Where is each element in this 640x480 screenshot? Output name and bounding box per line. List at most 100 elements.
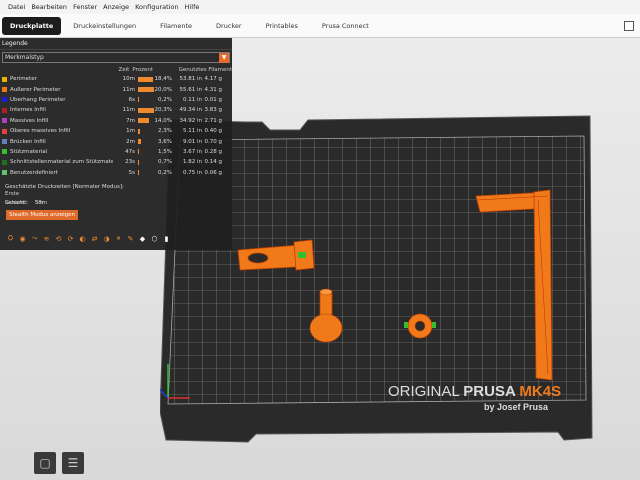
legend-row[interactable]: Stützmaterial 47s 1,5% 3.67 in 0.28 g [0, 147, 232, 157]
legend-color-swatch [2, 149, 7, 155]
legend-row[interactable]: Internes Infill 11m 20,3% 49.34 in 3.83 g [0, 105, 232, 115]
tab-bar: Druckplatte Druckeinstellungen Filamente… [0, 14, 640, 38]
legend-color-swatch [2, 76, 7, 82]
legend-row-label: Internes Infill [10, 107, 46, 114]
menu-view[interactable]: Anzeige [103, 3, 129, 11]
bed-byline: by Josef Prusa [484, 402, 549, 412]
legend-row-label: Brücken Infill [10, 138, 46, 145]
legend-row-bar [138, 139, 154, 145]
tab-filaments[interactable]: Filamente [148, 14, 204, 38]
menu-help[interactable]: Hilfe [185, 3, 200, 11]
legend-row-bar [138, 170, 154, 176]
legend-panel: Legende Merkmalstyp ▼ Zeit Prozent Genut… [0, 38, 232, 250]
legend-row-length: 55.61 in [179, 86, 202, 93]
legend-row-label: Perimeter [10, 76, 37, 83]
legend-row-bar-fill [138, 128, 140, 134]
legend-row-time: 7m [126, 117, 135, 124]
legend-row-bar-fill [138, 87, 154, 93]
legend-row-percent: 20,0% [154, 86, 172, 93]
legend-row-bar-fill [138, 76, 153, 82]
retractions-icon[interactable]: ⟲ [54, 234, 63, 243]
legend-row-label: Schnittstellenmaterial zum Stützmaterial [10, 159, 113, 166]
legend-row[interactable]: Perimeter 10m 18,4% 53.81 in 4.17 g [0, 74, 232, 84]
legend-row-percent: 1,5% [158, 148, 172, 155]
view-options-toolbar: ⛭ ◉ ⤳ ≋ ⟲ ⟳ ◐ ⇄ ◑ ⏸ ✎ ◆ ⬡ ▮ [6, 234, 171, 243]
legend-row-percent: 0,2% [158, 96, 172, 103]
mode-toggle-icon[interactable] [624, 20, 634, 31]
legend-row-length: 53.81 in [179, 76, 202, 83]
legend-row-weight: 4.17 g [204, 76, 223, 83]
color-changes-icon[interactable]: ◑ [102, 234, 111, 243]
legend-row-percent: 2,3% [158, 128, 172, 135]
menu-window[interactable]: Fenster [73, 3, 97, 11]
legend-row-weight: 0.70 g [204, 138, 223, 145]
legend-title[interactable]: Legende [0, 38, 232, 50]
legend-row-length: 9.01 in [182, 138, 202, 145]
header-time: Zeit [118, 66, 130, 73]
pause-icon[interactable]: ⏸ [114, 234, 123, 243]
sequential-icon[interactable]: ⬡ [150, 234, 159, 243]
wipe-icon[interactable]: ≋ [42, 234, 51, 243]
first-layer-time: Erste Schicht: 3m [5, 190, 44, 206]
chevron-down-icon[interactable]: ▼ [219, 52, 229, 63]
center-of-gravity-icon[interactable]: ◆ [138, 234, 147, 243]
legend-color-swatch [2, 159, 7, 165]
legend-color-swatch [2, 118, 7, 124]
legend-row-time: 2m [126, 138, 135, 145]
legend-row-time: 23s [125, 159, 135, 166]
preview-layers-icon[interactable]: ☰ [62, 452, 84, 474]
legend-row-time: 11m [122, 107, 135, 114]
legend-color-swatch [2, 107, 7, 113]
legend-row-length: 5.11 in [182, 128, 202, 135]
menu-file[interactable]: Datei [8, 3, 25, 11]
menu-bar: Datei Bearbeiten Fenster Anzeige Konfigu… [0, 0, 640, 14]
tab-print-settings[interactable]: Druckeinstellungen [61, 14, 148, 38]
legend-row-time: 1m [126, 128, 135, 135]
legend-row-bar-fill [138, 118, 150, 124]
legend-row[interactable]: Oberes massives Infill 1m 2,3% 5.11 in 0.40 … [0, 126, 232, 136]
3d-view-cube-icon[interactable]: ▢ [34, 452, 56, 474]
legend-row-length: 49.34 in [179, 107, 202, 114]
seams-icon[interactable]: ◐ [78, 234, 87, 243]
legend-row-bar [138, 107, 154, 113]
legend-row[interactable]: Schnittstellenmaterial zum Stützmaterial… [0, 157, 232, 167]
menu-configuration[interactable]: Konfiguration [135, 3, 178, 11]
legend-row-length: 1.82 in [182, 159, 202, 166]
legend-row-bar [138, 149, 154, 155]
legend-row-bar-fill [138, 149, 140, 155]
legend-row[interactable]: Überhang Perimeter 6s 0,2% 0.11 in 0.01 g [0, 95, 232, 105]
legend-row-length: 0.11 in [182, 96, 202, 103]
legend-row-weight: 0.06 g [204, 169, 223, 176]
shape-icon[interactable]: ▮ [162, 234, 171, 243]
legend-row[interactable]: Äußerer Perimeter 11m 20,0% 55.61 in 4.31 g [0, 84, 232, 94]
tab-prusa-connect[interactable]: Prusa Connect [310, 14, 381, 38]
legend-row[interactable]: Benutzerdefiniert 5s 0,2% 0.75 in 0.06 g [0, 168, 232, 178]
header-percent: Prozent [132, 66, 153, 73]
travel-icon[interactable]: ⤳ [30, 234, 39, 243]
legend-row-percent: 3,6% [158, 138, 172, 145]
legend-row-percent: 20,3% [154, 107, 172, 114]
shells-icon[interactable]: ⛭ [6, 234, 15, 243]
feature-type-select[interactable]: Merkmalstyp ▼ [2, 52, 230, 63]
deretractions-icon[interactable]: ⟳ [66, 234, 75, 243]
menu-edit[interactable]: Bearbeiten [31, 3, 67, 11]
legend-row-weight: 0.01 g [204, 96, 223, 103]
legend-row-time: 11m [122, 86, 135, 93]
tool-marker-icon[interactable]: ◉ [18, 234, 27, 243]
tab-printer[interactable]: Drucker [204, 14, 254, 38]
legend-row[interactable]: Massives Infill 7m 14,0% 34.92 in 2.71 g [0, 116, 232, 126]
stealth-mode-button[interactable]: Stealth Modus anzeigen [6, 209, 79, 220]
tab-printables[interactable]: Printables [254, 14, 310, 38]
legend-row[interactable]: Brücken Infill 2m 3,6% 9.01 in 0.70 g [0, 136, 232, 146]
legend-color-swatch [2, 170, 7, 176]
tab-plater[interactable]: Druckplatte [2, 16, 62, 35]
legend-row-weight: 0.14 g [204, 159, 223, 166]
legend-row-time: 47s [125, 148, 135, 155]
legend-row-bar-fill [138, 139, 141, 145]
tool-changes-icon[interactable]: ⇄ [90, 234, 99, 243]
legend-row-time: 5s [128, 169, 135, 176]
legend-row-weight: 2.71 g [204, 117, 223, 124]
custom-gcode-icon[interactable]: ✎ [126, 234, 135, 243]
bed-brand: ORIGINAL PRUSA MK4S [388, 383, 561, 400]
legend-row-weight: 4.31 g [204, 86, 223, 93]
